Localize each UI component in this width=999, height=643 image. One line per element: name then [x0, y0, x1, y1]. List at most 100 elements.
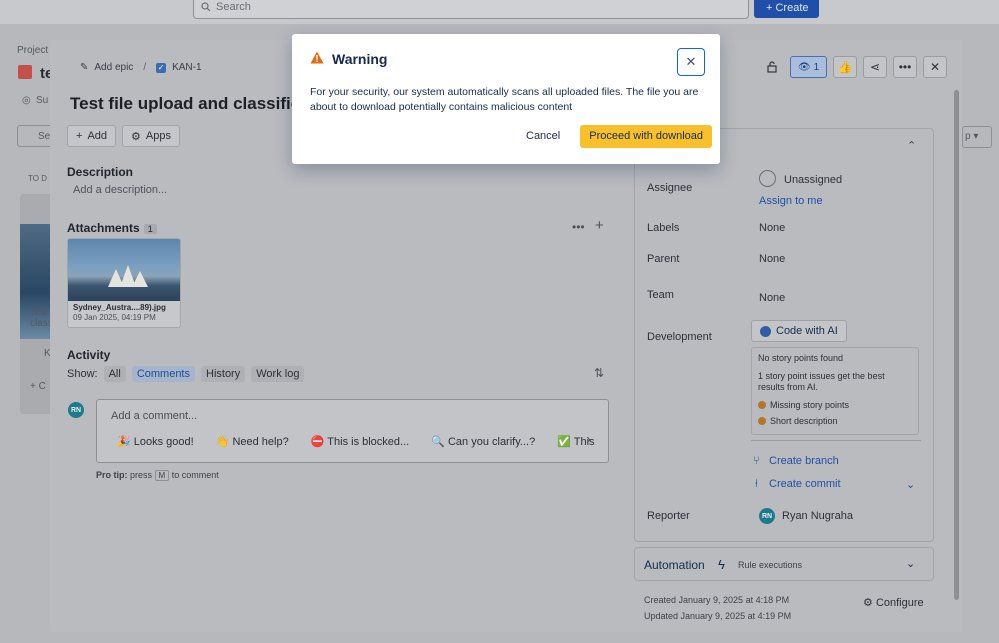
background-board: Project te ◎ Su Se TO D Test class K + C: [0, 24, 57, 643]
configure-label: Configure: [875, 597, 924, 609]
bg-right-fragment: p: [965, 131, 971, 142]
attachments-more-icon[interactable]: •••: [572, 220, 585, 234]
eye-icon: 👁: [797, 61, 811, 73]
quick-reply-clarify[interactable]: 🔍 Can you clarify...?: [431, 435, 535, 448]
issue-toolbar: 👁 1 👍 ⋖ ••• ✕: [760, 56, 947, 78]
hint-item-1: Missing story points: [758, 400, 912, 412]
pro-tip: Pro tip: press M to comment: [96, 470, 219, 481]
comment-input[interactable]: Add a comment... 🎉 Looks good! 👋 Need he…: [96, 399, 609, 463]
bg-project-label: Project: [17, 45, 49, 56]
bg-add-fragment: + C: [30, 381, 46, 392]
automation-label: Automation: [644, 558, 705, 572]
quick-reply-blocked[interactable]: ⛔ This is blocked...: [311, 435, 409, 448]
labels-value[interactable]: None: [759, 222, 785, 234]
close-issue-button[interactable]: ✕: [923, 56, 947, 78]
close-icon: ✕: [929, 60, 941, 74]
chevron-right-icon[interactable]: ›: [587, 434, 591, 446]
share-button[interactable]: ⋖: [863, 56, 887, 78]
breadcrumb-separator: /: [143, 62, 147, 73]
dialog-actions: Cancel Proceed with download: [518, 124, 712, 148]
create-button-label: Create: [775, 2, 809, 14]
warning-dialog: Warning ✕ For your security, our system …: [292, 34, 720, 164]
description-heading: Description: [67, 165, 134, 179]
parent-value[interactable]: None: [759, 253, 785, 265]
global-search-placeholder: Search: [216, 1, 251, 13]
apps-button[interactable]: ⚙ Apps: [122, 125, 180, 147]
close-icon: ✕: [685, 54, 697, 69]
hint-text: 1 story point issues get the best result…: [758, 370, 885, 393]
lock-icon[interactable]: [760, 56, 784, 78]
share-icon: ⋖: [869, 60, 881, 74]
filter-all[interactable]: All: [103, 366, 126, 382]
like-button[interactable]: 👍: [833, 56, 857, 78]
dialog-header: Warning: [310, 51, 387, 67]
search-icon: [201, 2, 211, 15]
unassigned-avatar-icon: [759, 170, 776, 187]
create-commit-link[interactable]: Create commit: [769, 478, 841, 490]
created-date: Created January 9, 2025 at 4:18 PM: [644, 595, 790, 605]
project-avatar: [18, 65, 32, 79]
plus-icon: +: [76, 130, 83, 142]
quick-reply-need-help[interactable]: 👋 Need help?: [216, 435, 289, 448]
assignee-value[interactable]: Unassigned: [784, 174, 842, 186]
warning-icon: [310, 51, 324, 67]
add-attachment-icon[interactable]: +: [595, 217, 604, 234]
create-button[interactable]: + Create: [754, 0, 819, 18]
description-placeholder[interactable]: Add a description...: [73, 184, 167, 196]
ai-icon: [760, 325, 771, 337]
globe-icon: ◎: [22, 95, 31, 106]
cancel-button[interactable]: Cancel: [518, 124, 568, 148]
more-actions-button[interactable]: •••: [893, 56, 917, 78]
assignee-label: Assignee: [647, 182, 693, 194]
chevron-down-icon[interactable]: ⌄: [906, 478, 915, 491]
filter-comments[interactable]: Comments: [131, 366, 195, 382]
apps-button-label: Apps: [145, 130, 171, 142]
quick-reply-looks-good[interactable]: 🎉 Looks good!: [117, 435, 194, 448]
bg-sub-label: Su: [36, 95, 49, 106]
assign-to-me-link[interactable]: Assign to me: [759, 195, 823, 207]
more-icon: •••: [898, 60, 912, 74]
add-button[interactable]: + Add: [67, 125, 117, 147]
proceed-with-download-button[interactable]: Proceed with download: [580, 124, 712, 148]
chevron-down-icon[interactable]: ⌄: [906, 557, 915, 570]
configure-button[interactable]: ⚙ Configure: [863, 596, 924, 609]
issue-title[interactable]: Test file upload and classification: [70, 94, 295, 114]
add-epic-link[interactable]: Add epic: [94, 62, 133, 73]
attachment-filename: Sydney_Austra....89).jpg: [73, 303, 166, 312]
create-branch-link[interactable]: Create branch: [769, 455, 839, 467]
protip-text-2: to comment: [171, 470, 219, 480]
updated-date: Updated January 9, 2025 at 4:19 PM: [644, 611, 792, 621]
dialog-close-button[interactable]: ✕: [677, 48, 705, 76]
scrollbar[interactable]: [954, 90, 959, 600]
watch-count: 1: [813, 61, 820, 73]
labels-label: Labels: [647, 222, 680, 234]
code-with-ai-button[interactable]: Code with AI: [751, 320, 847, 342]
attachment-card[interactable]: Sydney_Austra....89).jpg 09 Jan 2025, 04…: [67, 238, 181, 328]
apps-icon: ⚙: [131, 130, 141, 143]
development-label: Development: [647, 331, 712, 343]
attachment-thumbnail-image: [68, 239, 180, 301]
reporter-label: Reporter: [647, 510, 690, 522]
attachments-heading-text: Attachments: [67, 221, 140, 235]
lightning-icon: ϟ: [718, 557, 725, 572]
automation-section[interactable]: Automation ϟ Rule executions ⌄: [634, 547, 934, 581]
activity-heading: Activity: [67, 348, 111, 362]
reporter-avatar: RN: [759, 508, 775, 524]
code-with-ai-label: Code with AI: [776, 325, 838, 337]
bg-right-control[interactable]: p ▾: [962, 126, 992, 148]
sort-icon[interactable]: ⇅: [594, 366, 604, 380]
issue-key-link[interactable]: KAN-1: [172, 62, 201, 73]
bg-todo-label: TO D: [28, 174, 47, 183]
collapse-chevron-icon[interactable]: ⌃: [907, 139, 916, 152]
hint-item-1-text: Missing story points: [770, 400, 850, 411]
reporter-value[interactable]: Ryan Nugraha: [782, 510, 853, 522]
dialog-title: Warning: [332, 51, 388, 67]
filter-work-log[interactable]: Work log: [251, 366, 305, 382]
watch-button[interactable]: 👁 1: [790, 56, 827, 78]
team-value[interactable]: None: [759, 292, 785, 304]
filter-history[interactable]: History: [201, 366, 246, 382]
global-search-input[interactable]: Search: [193, 0, 749, 19]
attachment-date: 09 Jan 2025, 04:19 PM: [73, 313, 156, 322]
checkbox-task-icon: ✓: [156, 62, 167, 73]
story-points-hint: No story points found 1 story point issu…: [751, 347, 919, 435]
